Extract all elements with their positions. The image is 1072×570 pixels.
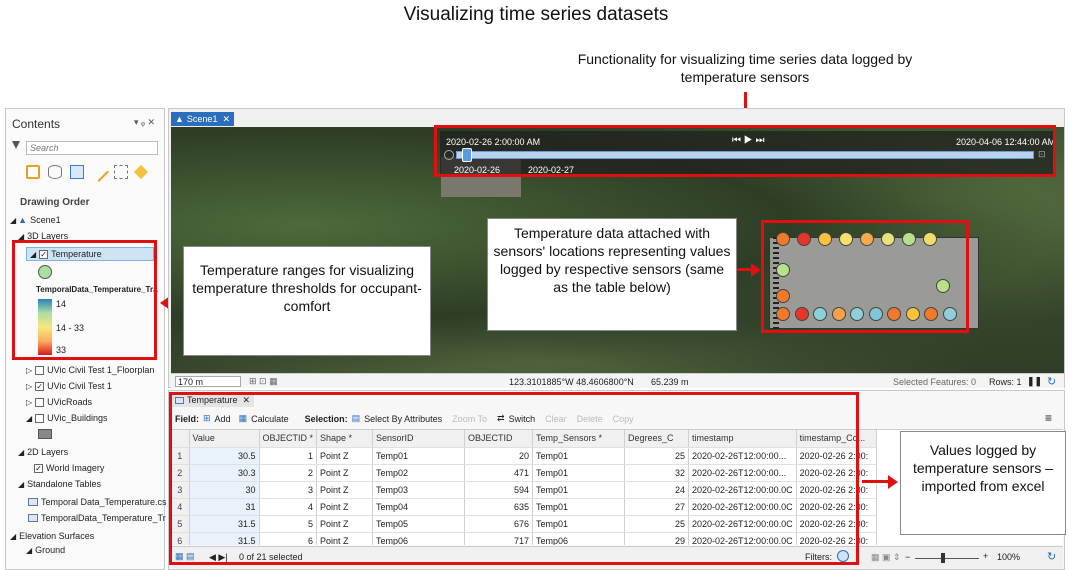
rows-count: Rows: 1 — [989, 377, 1022, 387]
annotation-values-logged: Values logged by temperature sensors – i… — [900, 431, 1066, 535]
scale-select[interactable]: 170 m — [175, 376, 241, 387]
navigation-tools-icon[interactable]: ⊞ ⊡ ▦ — [249, 376, 278, 387]
table-refresh-icon[interactable]: ↻ — [1047, 550, 1056, 563]
annotation-arrow-right-table — [862, 480, 890, 483]
floorplan-label: UVic Civil Test 1_Floorplan — [47, 365, 155, 375]
scene-label: Scene1 — [30, 215, 61, 225]
filter-icon[interactable] — [12, 141, 20, 151]
highlight-table — [169, 392, 859, 565]
tree-table-2[interactable]: TemporalData_Temperature_Tr — [28, 511, 166, 525]
table-1-label: Temporal Data_Temperature.cs — [41, 497, 167, 507]
sensor-point[interactable] — [794, 307, 809, 321]
list-by-data-source-icon[interactable] — [48, 165, 62, 179]
tree-uvicroads[interactable]: ▷ UVicRoads — [26, 395, 92, 409]
refresh-icon[interactable]: ↻ — [1047, 375, 1056, 388]
uvicroads-label: UVicRoads — [47, 397, 93, 407]
pause-icon[interactable]: ❚❚ — [1027, 376, 1042, 387]
standalone-tables-label: Standalone Tables — [27, 479, 102, 489]
uvic-buildings-checkbox[interactable] — [35, 413, 45, 423]
civil-test-label: UVic Civil Test 1 — [47, 381, 112, 391]
annotation-sensor-points: Temperature data attached with sensors' … — [487, 218, 737, 331]
tree-2d-layers[interactable]: ◢ 2D Layers — [18, 445, 68, 459]
zoom-slider-track[interactable] — [915, 558, 979, 559]
tree-uvic-buildings[interactable]: ◢ UVic_Buildings — [26, 411, 108, 425]
annotation-arrowhead-right-table — [888, 475, 898, 489]
coordinate-readout: 123.3101885°W 48.4606800°N — [509, 377, 634, 387]
world-imagery-label: World Imagery — [46, 463, 105, 473]
contents-title: Contents — [12, 117, 61, 131]
table-extra-icons[interactable]: ▦ ▣ ⇕ — [871, 552, 901, 563]
selected-features: Selected Features: 0 — [893, 377, 977, 387]
sensor-point[interactable] — [942, 307, 957, 321]
list-by-labeling-icon[interactable] — [133, 164, 149, 180]
sensor-point[interactable] — [839, 232, 853, 246]
sensor-point[interactable] — [831, 307, 846, 321]
tree-standalone-tables[interactable]: ◢ Standalone Tables — [18, 477, 101, 491]
scene-icon: ▲ — [175, 114, 184, 124]
sensor-point[interactable] — [887, 307, 901, 321]
2d-layers-label: 2D Layers — [27, 447, 69, 457]
elevation-surfaces-label: Elevation Surfaces — [19, 531, 95, 541]
tree-ground[interactable]: ◢ Ground — [26, 545, 65, 555]
list-by-selection-icon[interactable] — [89, 162, 109, 182]
list-by-editing-icon[interactable] — [70, 165, 84, 179]
sensor-point[interactable] — [936, 279, 950, 293]
search-input[interactable] — [26, 141, 158, 155]
tab-scene1[interactable]: ▲ Scene1 ✕ — [171, 112, 234, 126]
sensor-point[interactable] — [776, 263, 790, 277]
pane-options-icon[interactable]: ▾ ᵩ ✕ — [134, 117, 155, 128]
floorplan-checkbox[interactable] — [35, 365, 45, 375]
sensor-point[interactable] — [868, 307, 883, 321]
ground-label: Ground — [35, 545, 66, 555]
sensor-point[interactable] — [813, 307, 827, 321]
table-menu-icon[interactable]: ≡ — [1045, 411, 1052, 425]
annotation-arrowhead-right — [751, 263, 761, 277]
zoom-out-icon[interactable]: − — [905, 552, 910, 562]
table-icon — [28, 514, 38, 522]
list-by-drawing-order-icon[interactable] — [26, 165, 40, 179]
world-imagery-checkbox[interactable]: ✓ — [34, 463, 43, 473]
sensor-point[interactable] — [902, 232, 916, 246]
sensor-point[interactable] — [776, 307, 790, 321]
annotation-ranges: Temperature ranges for visualizing tempe… — [183, 246, 431, 356]
highlight-legend — [12, 240, 157, 360]
sensor-point[interactable] — [850, 307, 864, 321]
table-2-label: TemporalData_Temperature_Tr — [41, 513, 166, 523]
tree-floorplan[interactable]: ▷ UVic Civil Test 1_Floorplan — [26, 363, 154, 377]
elevation-readout: 65.239 m — [651, 377, 689, 387]
list-by-snapping-icon[interactable] — [114, 165, 128, 179]
contents-toolbar — [26, 162, 149, 182]
uvicroads-checkbox[interactable] — [35, 397, 45, 407]
sensor-point[interactable] — [776, 289, 790, 303]
uvic-buildings-label: UVic_Buildings — [47, 413, 108, 423]
scene-status-bar: 170 m ⊞ ⊡ ▦ 123.3101885°W 48.4606800°N 6… — [171, 373, 1064, 388]
annotation-time-slider: Functionality for visualizing time serie… — [577, 51, 913, 85]
tree-table-1[interactable]: Temporal Data_Temperature.cs — [28, 495, 167, 509]
zoom-level[interactable]: 100% — [997, 552, 1020, 562]
sensor-point[interactable] — [905, 307, 920, 321]
tree-scene1[interactable]: ◢ ▲ Scene1 — [10, 213, 61, 227]
sensor-point[interactable] — [797, 232, 811, 246]
zoom-in-icon[interactable]: + — [983, 551, 988, 561]
tree-elevation-surfaces[interactable]: ◢ Elevation Surfaces — [10, 529, 94, 543]
scene-tab-label: Scene1 — [186, 114, 218, 124]
sensor-point[interactable] — [818, 232, 832, 246]
page-title: Visualizing time series datasets — [403, 4, 669, 25]
buildings-symbol — [38, 429, 52, 439]
drawing-order-heading: Drawing Order — [20, 197, 90, 208]
sensor-point[interactable] — [860, 232, 874, 246]
tree-civil-test[interactable]: ▷ ✓ UVic Civil Test 1 — [26, 379, 112, 393]
tree-world-imagery[interactable]: ✓ World Imagery — [34, 461, 104, 475]
table-icon — [28, 498, 38, 506]
close-icon[interactable]: ✕ — [222, 114, 230, 125]
highlight-time-slider — [434, 125, 1056, 177]
sensor-point[interactable] — [924, 307, 938, 321]
sensor-point[interactable] — [881, 232, 895, 246]
sensor-point[interactable] — [923, 232, 937, 246]
sensor-point[interactable] — [776, 232, 790, 246]
civil-test-checkbox[interactable]: ✓ — [35, 381, 45, 391]
zoom-slider-thumb[interactable] — [941, 553, 945, 563]
